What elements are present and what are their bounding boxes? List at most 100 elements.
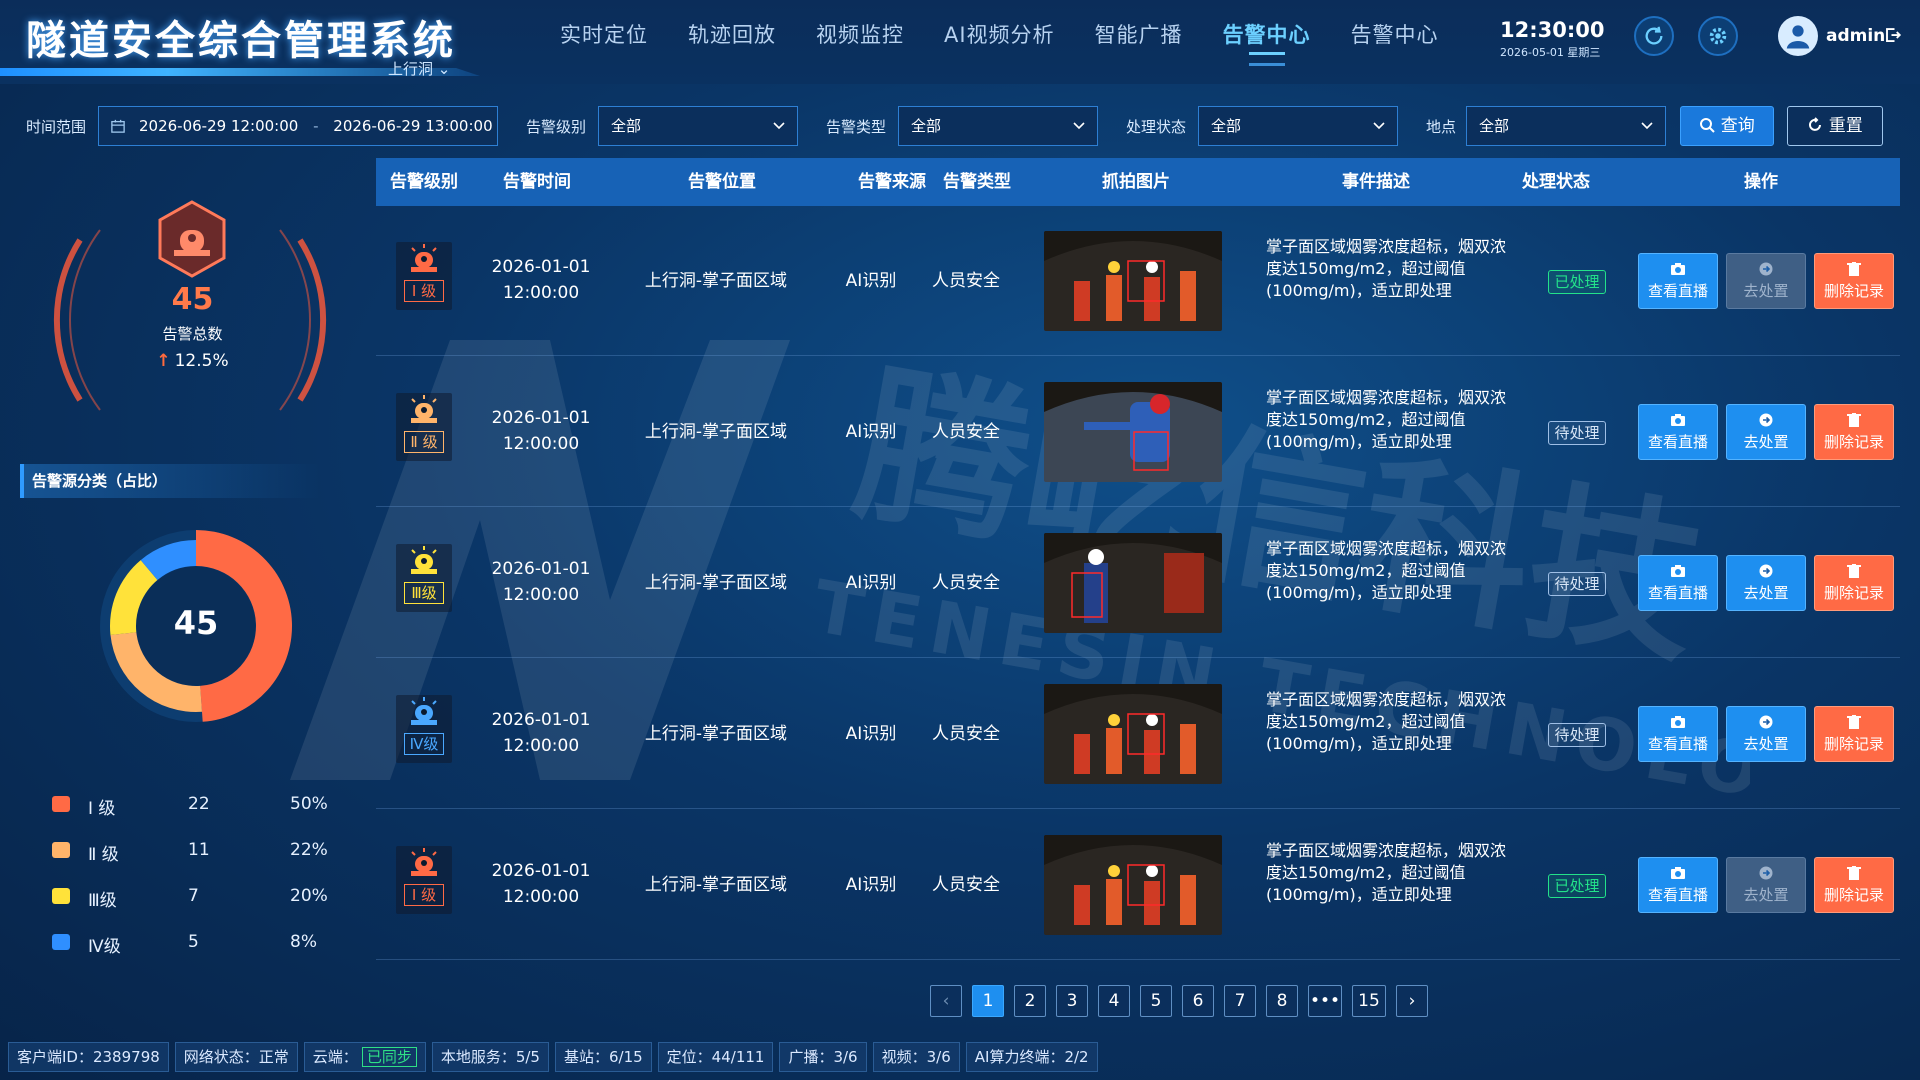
alarm-type: 人员安全 <box>932 422 1000 442</box>
handle-button[interactable]: 去处置 <box>1726 404 1806 460</box>
snapshot[interactable] <box>1044 835 1222 935</box>
place-select[interactable]: 全部 <box>1466 106 1666 146</box>
nav-item-3[interactable]: AI视频分析 <box>924 18 1075 52</box>
status-badge: 待处理 <box>1548 723 1606 747</box>
alarm-clock: 12:00:00 <box>502 585 580 605</box>
page-button[interactable]: 4 <box>1098 985 1130 1017</box>
column-header: 告警级别 <box>390 172 458 192</box>
logout-icon[interactable] <box>1884 26 1902 44</box>
alarm-time: 2026-01-01 12:00:00 <box>466 858 616 910</box>
event-description: 掌子面区域烟雾浓度超标，烟双浓度达150mg/m2，超过阈值(100mg/m)，… <box>1266 841 1507 904</box>
query-button[interactable]: 查询 <box>1680 106 1774 146</box>
refresh-button[interactable] <box>1634 16 1674 56</box>
nav-item-0[interactable]: 实时定位 <box>540 18 668 52</box>
prev-page-icon[interactable]: ‹ <box>930 985 962 1017</box>
time-range-field[interactable]: 2026-06-29 12:00:00 - 2026-06-29 13:00:0… <box>98 106 498 146</box>
snapshot[interactable] <box>1044 382 1222 482</box>
next-page-icon[interactable]: › <box>1396 985 1428 1017</box>
legend-count: 7 <box>188 886 199 906</box>
page-button[interactable]: 8 <box>1266 985 1298 1017</box>
table-row[interactable]: Ⅱ 级 2026-01-01 12:00:00 上行洞-掌子面区域 AI识别 人员安全 掌子… <box>376 357 1900 507</box>
title-box: 隧道安全综合管理系统 上行洞 ⌄ <box>0 0 480 80</box>
snapshot[interactable] <box>1044 231 1222 331</box>
alarm-level-badge: Ⅲ级 <box>396 544 452 612</box>
table-row[interactable]: Ⅳ级 2026-01-01 12:00:00 上行洞-掌子面区域 AI识别 人员安全 掌子面… <box>376 659 1900 809</box>
snapshot[interactable] <box>1044 533 1222 633</box>
view-live-button[interactable]: 查看直播 <box>1638 253 1718 309</box>
handle-button[interactable]: 去处置 <box>1726 555 1806 611</box>
alarm-location: 上行洞-掌子面区域 <box>644 875 788 895</box>
donut-total: 45 <box>173 604 219 642</box>
legend-percent: 8% <box>290 932 317 952</box>
network-status: 网络状态：正常 <box>174 1042 298 1072</box>
snapshot[interactable] <box>1044 684 1222 784</box>
legend-name: Ⅲ级 <box>88 891 117 911</box>
alarm-time: 2026-01-01 12:00:00 <box>466 254 616 306</box>
chevron-down-icon <box>1073 122 1085 130</box>
column-header: 告警时间 <box>503 172 571 192</box>
table-header: 告警级别 告警时间 告警位置 告警来源 告警类型 抓拍图片 事件描述 处理状态 操作 <box>376 158 1900 206</box>
nav-item-1[interactable]: 轨迹回放 <box>668 18 796 52</box>
alarm-date: 2026-01-01 <box>491 408 591 428</box>
time-range-label: 时间范围 <box>26 118 87 136</box>
nav-item-2[interactable]: 视频监控 <box>796 18 924 52</box>
legend-count: 22 <box>188 794 210 814</box>
page-button[interactable]: 5 <box>1140 985 1172 1017</box>
filter-bar: 时间范围 2026-06-29 12:00:00 - 2026-06-29 13… <box>0 104 1920 148</box>
delete-record-button[interactable]: 删除记录 <box>1814 253 1894 309</box>
alarm-type: 人员安全 <box>932 724 1000 744</box>
page-button[interactable]: 3 <box>1056 985 1088 1017</box>
legend-row: Ⅱ 级 11 22% <box>52 836 342 866</box>
type-select[interactable]: 全部 <box>898 106 1098 146</box>
state-select[interactable]: 全部 <box>1198 106 1398 146</box>
nav-item-5[interactable]: 告警中心 <box>1203 18 1331 66</box>
view-live-button[interactable]: 查看直播 <box>1638 404 1718 460</box>
alarm-source: AI识别 <box>845 422 897 442</box>
delete-record-button[interactable]: 删除记录 <box>1814 404 1894 460</box>
summary-panel: 45 告警总数 ↑ 12.5% 告警源分类（占比） 45 Ⅰ 级 22 50% Ⅱ 级 1… <box>0 160 370 1020</box>
nav-item-4[interactable]: 智能广播 <box>1075 18 1203 52</box>
handle-label: 去处置 <box>1743 886 1789 904</box>
reset-icon <box>1809 117 1822 131</box>
handle-button[interactable]: 去处置 <box>1726 706 1806 762</box>
alarm-type: 人员安全 <box>932 271 1000 291</box>
status-badge: 待处理 <box>1548 421 1606 445</box>
handle-label: 去处置 <box>1743 282 1789 300</box>
table-row[interactable]: Ⅰ 级 2026-01-01 12:00:00 上行洞-掌子面区域 AI识别 人员安全 掌子… <box>376 206 1900 356</box>
level-select[interactable]: 全部 <box>598 106 798 146</box>
reset-button[interactable]: 重置 <box>1787 106 1883 146</box>
page-button[interactable]: 1 <box>972 985 1004 1017</box>
type-value: 全部 <box>911 117 942 135</box>
level-label: 告警级别 <box>526 118 587 136</box>
camera-icon <box>1671 414 1685 426</box>
view-live-label: 查看直播 <box>1647 282 1708 300</box>
client-id: 客户端ID：2389798 <box>8 1042 169 1072</box>
page-ellipsis[interactable]: ••• <box>1308 985 1342 1017</box>
level-value: 全部 <box>611 117 642 135</box>
page-button[interactable]: 2 <box>1014 985 1046 1017</box>
refresh-icon <box>1645 26 1663 45</box>
branch-selector[interactable]: 上行洞 ⌄ <box>388 58 450 79</box>
place-value: 全部 <box>1479 117 1510 135</box>
handle-button: 去处置 <box>1726 857 1806 913</box>
view-live-button[interactable]: 查看直播 <box>1638 706 1718 762</box>
table-row[interactable]: Ⅰ 级 2026-01-01 12:00:00 上行洞-掌子面区域 AI识别 人员安全 掌子… <box>376 810 1900 960</box>
page-button[interactable]: 6 <box>1182 985 1214 1017</box>
total-trend: ↑ 12.5% <box>0 351 385 371</box>
table-row[interactable]: Ⅲ级 2026-01-01 12:00:00 上行洞-掌子面区域 AI识别 人员安全 掌子面… <box>376 508 1900 658</box>
nav-item-6[interactable]: 告警中心 <box>1331 18 1459 52</box>
alarm-level-badge: Ⅱ 级 <box>396 393 452 461</box>
snapshot-image <box>1044 382 1222 482</box>
delete-record-button[interactable]: 删除记录 <box>1814 857 1894 913</box>
settings-button[interactable] <box>1698 16 1738 56</box>
delete-record-button[interactable]: 删除记录 <box>1814 555 1894 611</box>
section-title: 告警源分类（占比） <box>20 464 320 498</box>
chevron-down-icon <box>1641 122 1653 130</box>
delete-record-button[interactable]: 删除记录 <box>1814 706 1894 762</box>
view-live-button[interactable]: 查看直播 <box>1638 857 1718 913</box>
alarm-date: 2026-01-01 <box>491 559 591 579</box>
view-live-button[interactable]: 查看直播 <box>1638 555 1718 611</box>
page-button[interactable]: 7 <box>1224 985 1256 1017</box>
page-button-last[interactable]: 15 <box>1352 985 1386 1017</box>
avatar[interactable] <box>1778 16 1818 56</box>
